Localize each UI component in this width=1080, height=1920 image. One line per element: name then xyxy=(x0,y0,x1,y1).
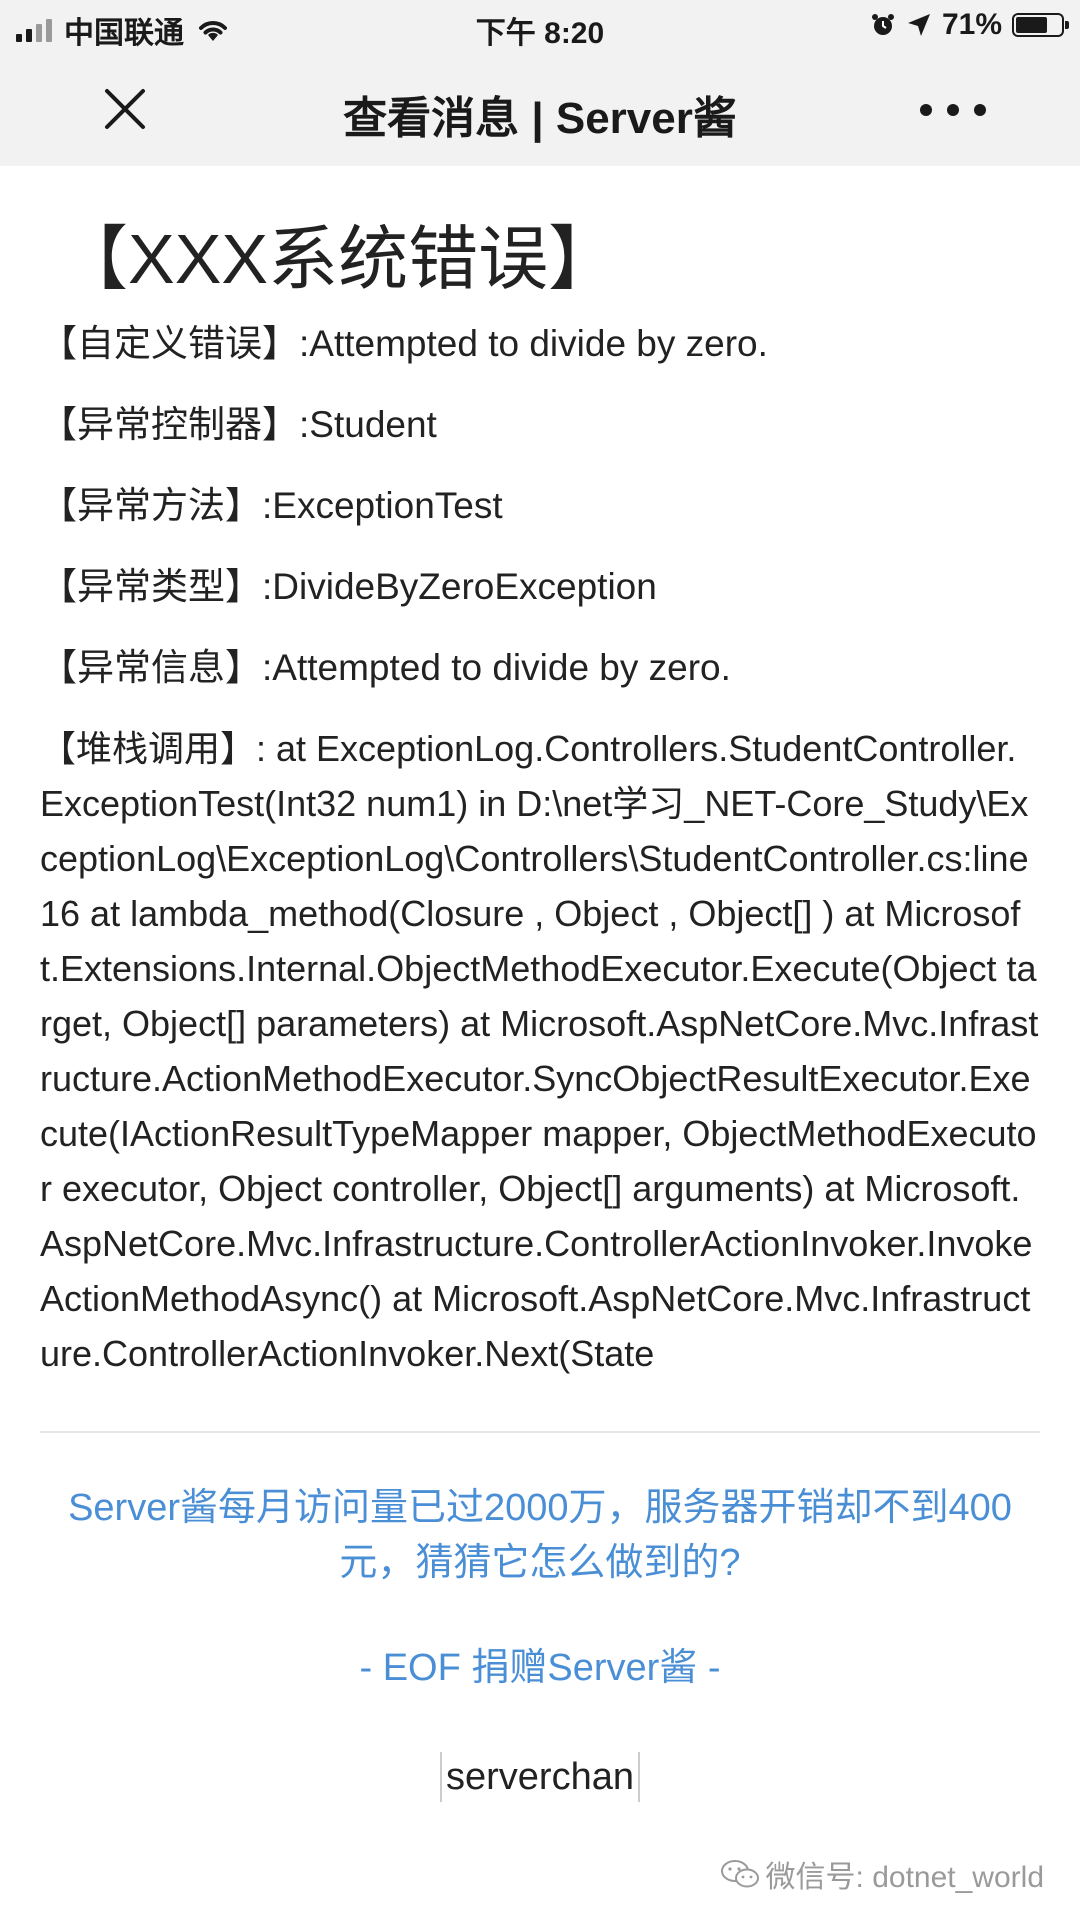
message-title: 【XXX系统错误】 xyxy=(58,220,619,298)
battery-icon xyxy=(1012,13,1069,37)
field-stack-trace: 【堆栈调用】: at ExceptionLog.Controllers.Stud… xyxy=(40,728,1039,1374)
promo-link[interactable]: Server酱每月访问量已过2000万，服务器开销却不到400元，猜猜它怎么做到… xyxy=(40,1481,1040,1591)
field-method: 【异常方法】:ExceptionTest xyxy=(40,485,503,526)
tag-container: serverchan xyxy=(40,1752,1040,1802)
location-arrow-icon xyxy=(907,14,930,36)
field-type: 【异常类型】:DivideByZeroException xyxy=(40,566,657,607)
status-bar: 中国联通 下午 8:20 71% xyxy=(0,0,1080,52)
nav-bar: 查看消息 | Server酱 xyxy=(0,52,1080,166)
watermark-text: 微信号: dotnet_world xyxy=(765,1861,1044,1894)
watermark: 微信号: dotnet_world xyxy=(720,1852,1044,1896)
divider xyxy=(40,1431,1040,1433)
wechat-icon xyxy=(720,1860,759,1888)
tag-serverchan[interactable]: serverchan xyxy=(440,1752,640,1802)
more-icon[interactable] xyxy=(916,92,990,128)
status-right-group: 71% xyxy=(870,8,1069,42)
field-custom-error: 【自定义错误】:Attempted to divide by zero. xyxy=(40,323,768,364)
message-content: 【XXX系统错误】 【自定义错误】:Attempted to divide by… xyxy=(40,166,1040,1802)
battery-percent: 71% xyxy=(941,8,1002,41)
field-info: 【异常信息】:Attempted to divide by zero. xyxy=(40,647,731,688)
alarm-icon xyxy=(871,14,894,35)
battery-level xyxy=(1016,17,1047,33)
eof-donate-link[interactable]: - EOF 捐赠Server酱 - xyxy=(40,1641,1040,1696)
field-controller: 【异常控制器】:Student xyxy=(40,404,437,445)
